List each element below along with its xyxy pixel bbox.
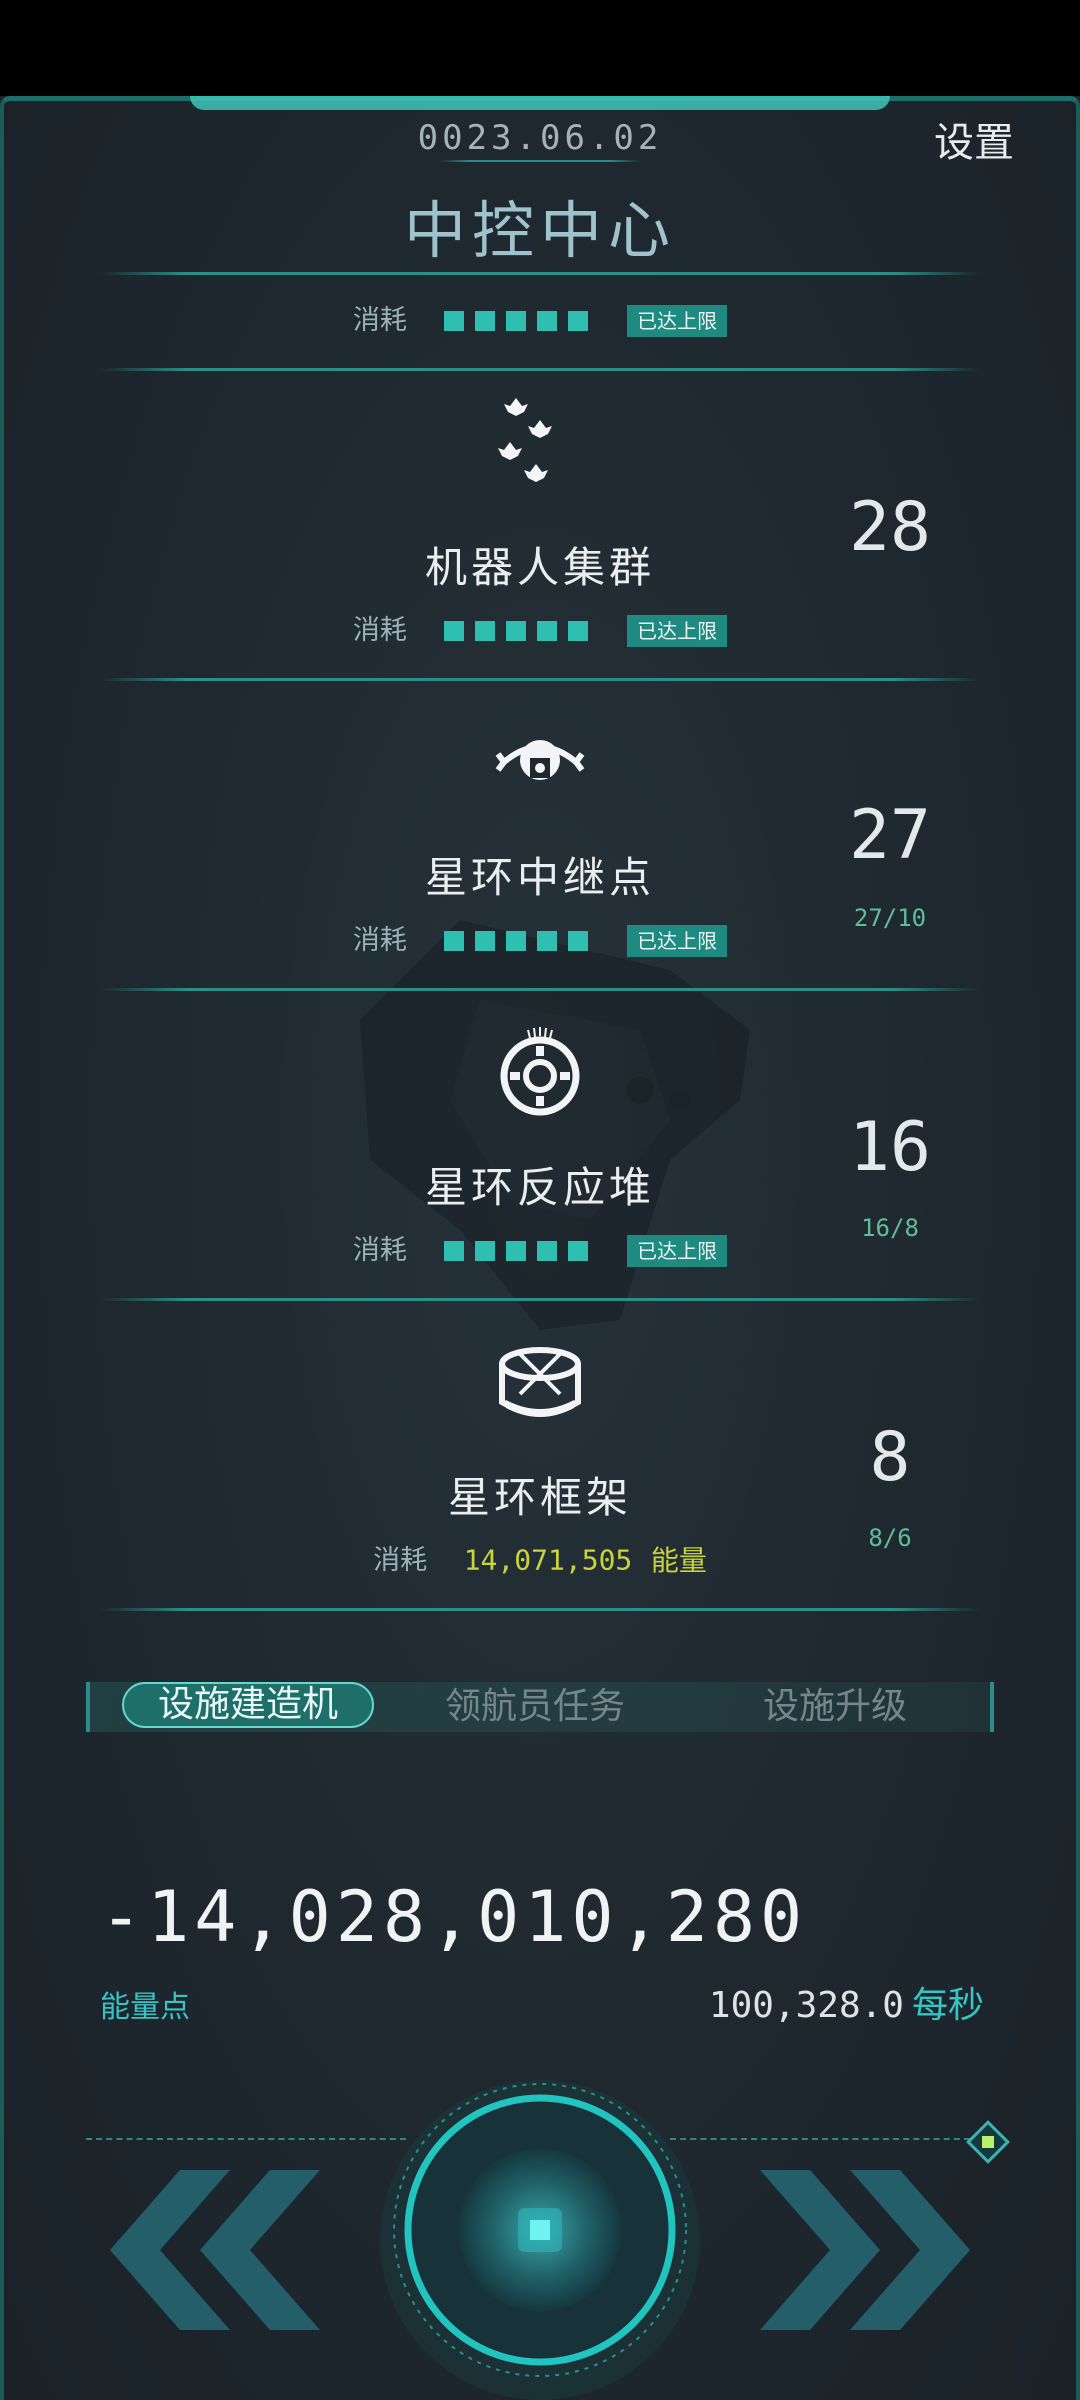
divider <box>100 272 980 275</box>
energy-rate-unit: 每秒 <box>911 1985 984 2026</box>
limit-badge: 已达上限 <box>627 1234 728 1267</box>
item-consume-ring-frame: 消耗 14,071,505 能量 <box>0 1542 1080 1578</box>
tab-facility-upgrade[interactable]: 设施升级 <box>710 1684 960 1730</box>
game-date: 0023.06.02 <box>417 118 663 158</box>
reactor-icon <box>500 1027 580 1116</box>
item-consume-robot-swarm: 消耗 已达上限 <box>0 612 1080 648</box>
robot-swarm-icon <box>498 398 552 482</box>
page-title: 中控中心 <box>403 194 676 267</box>
consume-pips <box>443 303 599 339</box>
item-count-ring-frame: 8 <box>869 1418 911 1497</box>
energy-rate: 100,328.0 每秒 <box>709 1976 984 2028</box>
build-core-button[interactable] <box>380 2080 700 2400</box>
consume-label: 消耗 <box>352 924 407 956</box>
panel-top-glow <box>190 96 890 110</box>
tab-bar: 设施建造机 领航员任务 设施升级 <box>86 1682 994 1732</box>
item-count-relay: 27 <box>849 796 931 875</box>
limit-badge: 已达上限 <box>627 304 728 337</box>
date-underline <box>440 160 640 162</box>
dashed-guide-right <box>670 2138 970 2140</box>
item-count-reactor: 16 <box>849 1108 931 1187</box>
next-chevron-icon[interactable] <box>760 2170 980 2330</box>
item-count-robot-swarm: 28 <box>849 488 931 567</box>
relay-station-icon <box>495 740 585 780</box>
item-consume-relay: 消耗 已达上限 <box>0 922 1080 958</box>
consume-pips <box>443 1233 599 1269</box>
consume-label: 消耗 <box>352 304 407 336</box>
limit-badge: 已达上限 <box>627 614 728 647</box>
consume-pips <box>443 613 599 649</box>
tab-navigator-missions[interactable]: 领航员任务 <box>410 1684 660 1730</box>
energy-rate-value: 100,328.0 <box>708 1985 904 2026</box>
energy-label: 能量点 <box>100 1990 190 2025</box>
limit-badge: 已达上限 <box>627 924 728 957</box>
consume-label: 消耗 <box>352 1234 407 1266</box>
divider <box>100 1298 980 1301</box>
consume-pips <box>443 923 599 959</box>
consume-label: 消耗 <box>352 614 407 646</box>
energy-cost-unit: 能量 <box>650 1543 707 1577</box>
ring-frame-icon <box>499 1347 581 1417</box>
diamond-marker-icon <box>966 2120 1010 2164</box>
consume-label: 消耗 <box>373 1544 428 1576</box>
top-consume-row: 消耗 已达上限 <box>0 302 1080 338</box>
divider <box>100 1608 980 1611</box>
dashed-guide-left <box>86 2138 406 2140</box>
item-consume-reactor: 消耗 已达上限 <box>0 1232 1080 1268</box>
status-bar <box>0 0 1080 96</box>
tab-facility-builder[interactable]: 设施建造机 <box>122 1682 374 1728</box>
divider <box>100 678 980 681</box>
divider <box>100 988 980 991</box>
energy-total: -14,028,010,280 <box>100 1876 808 1958</box>
divider <box>100 368 980 371</box>
settings-button[interactable]: 设置 <box>934 110 1014 168</box>
energy-cost: 14,071,505 <box>463 1543 633 1577</box>
previous-chevron-icon[interactable] <box>100 2170 320 2330</box>
